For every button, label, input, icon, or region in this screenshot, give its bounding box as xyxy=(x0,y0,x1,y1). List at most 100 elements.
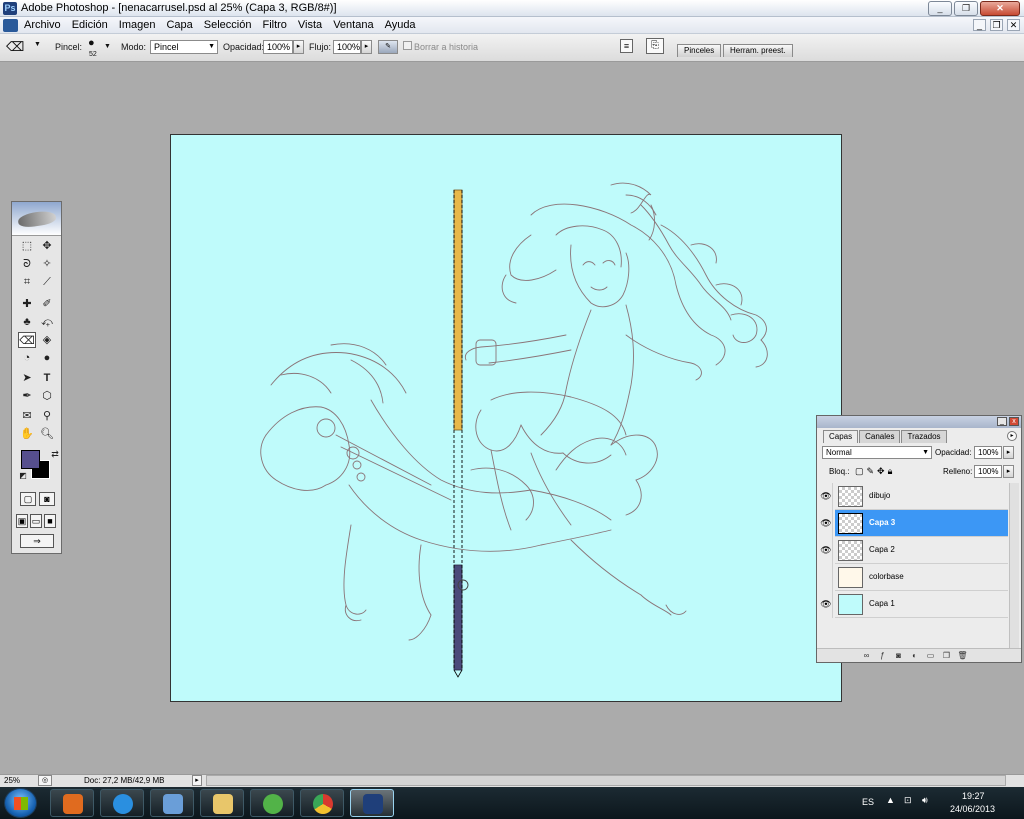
screen-mode-standard-button[interactable]: ▣ xyxy=(16,514,28,528)
doc-minimize-button[interactable]: _ xyxy=(973,19,986,31)
menu-ventana[interactable]: Ventana xyxy=(333,19,373,31)
zoom-icon[interactable]: ◎ xyxy=(38,775,52,786)
layer-row-dibujo[interactable]: dibujo xyxy=(835,483,1008,510)
bridge-icon[interactable]: ⎘ xyxy=(646,38,664,54)
tab-tool-presets[interactable]: Herram. preest. xyxy=(723,44,793,57)
taskbar-explorer[interactable] xyxy=(200,789,244,817)
clock-time[interactable]: 19:27 xyxy=(962,791,985,801)
tab-paths[interactable]: Trazados xyxy=(901,430,947,443)
layers-panel-titlebar[interactable]: _ x xyxy=(817,416,1021,428)
document-canvas[interactable] xyxy=(170,134,842,702)
network-icon[interactable]: ⊡ xyxy=(904,795,912,806)
zoom-tool-icon[interactable]: 🔍︎ xyxy=(38,426,56,442)
minimize-button[interactable]: _ xyxy=(928,1,952,16)
tab-channels[interactable]: Canales xyxy=(859,430,901,443)
slice-tool-icon[interactable]: ⟋ xyxy=(38,274,56,290)
eraser-tool-icon[interactable]: ⌫ xyxy=(18,332,36,348)
palette-menu-icon[interactable]: ≡ xyxy=(620,39,633,53)
dodge-tool-icon[interactable]: ● xyxy=(38,350,56,366)
tab-brushes[interactable]: Pinceles xyxy=(677,44,722,57)
menu-capa[interactable]: Capa xyxy=(166,19,192,31)
flow-input[interactable]: 100% xyxy=(333,40,361,54)
eyedropper-tool-icon[interactable]: ⚲ xyxy=(38,408,56,424)
brush-tool-icon[interactable]: ✐ xyxy=(38,296,56,312)
volume-icon[interactable]: 🔊︎ xyxy=(922,795,928,806)
taskbar-chrome[interactable] xyxy=(300,789,344,817)
adjustment-layer-icon[interactable]: ◐ xyxy=(909,650,920,661)
new-layer-icon[interactable]: ❐ xyxy=(941,650,952,661)
clock-date[interactable]: 24/06/2013 xyxy=(950,804,995,814)
menu-ayuda[interactable]: Ayuda xyxy=(385,19,416,31)
airbrush-icon[interactable]: ✎ xyxy=(378,40,398,54)
tab-layers[interactable]: Capas xyxy=(823,430,859,443)
pen-tool-icon[interactable]: ✒ xyxy=(18,388,36,404)
blur-tool-icon[interactable]: ◔ xyxy=(18,350,36,366)
status-menu-arrow-icon[interactable]: ▸ xyxy=(192,775,202,786)
start-button[interactable] xyxy=(4,788,37,818)
panel-minimize-button[interactable]: _ xyxy=(997,417,1007,426)
layer-row-capa-1[interactable]: Capa 1 xyxy=(835,591,1008,618)
layer-visibility-toggle-off[interactable] xyxy=(820,564,833,591)
menu-vista[interactable]: Vista xyxy=(298,19,322,31)
erase-history-checkbox[interactable] xyxy=(403,41,412,50)
history-brush-tool-icon[interactable]: ⤽ xyxy=(38,314,56,330)
opacity-slider-button[interactable]: ▸ xyxy=(293,40,304,54)
menu-filtro[interactable]: Filtro xyxy=(262,19,286,31)
shape-tool-icon[interactable]: ⬡ xyxy=(38,388,56,404)
screen-mode-full-button[interactable]: ■ xyxy=(44,514,56,528)
close-button[interactable]: ✕ xyxy=(980,1,1020,16)
taskbar-messenger[interactable] xyxy=(250,789,294,817)
type-tool-icon[interactable]: T xyxy=(38,370,56,386)
layer-row-capa-3[interactable]: Capa 3 xyxy=(835,510,1008,537)
mode-select[interactable]: Pincel ▼ xyxy=(150,40,218,54)
notes-tool-icon[interactable]: ✉ xyxy=(18,408,36,424)
document-menu-icon[interactable] xyxy=(3,19,18,32)
screen-mode-menu-button[interactable]: ▭ xyxy=(30,514,42,528)
layer-opacity-input[interactable]: 100% xyxy=(974,446,1002,459)
clone-stamp-tool-icon[interactable]: ♣ xyxy=(18,314,36,330)
lasso-tool-icon[interactable]: ᘐ xyxy=(18,256,36,272)
layer-opacity-slider-button[interactable]: ▸ xyxy=(1003,446,1014,459)
fill-slider-button[interactable]: ▸ xyxy=(1003,465,1014,478)
fill-input[interactable]: 100% xyxy=(974,465,1002,478)
flow-slider-button[interactable]: ▸ xyxy=(361,40,372,54)
move-tool-icon[interactable]: ✥ xyxy=(38,238,56,254)
marquee-tool-icon[interactable]: ⬚ xyxy=(18,238,36,254)
tray-arrow-icon[interactable]: ▲ xyxy=(886,795,895,805)
lock-icons[interactable]: ▢✎✥🔒︎ xyxy=(855,466,895,477)
swap-colors-icon[interactable]: ⇄ xyxy=(46,446,64,462)
eraser-tool-preset-icon[interactable]: ⌫ xyxy=(6,39,24,55)
language-indicator[interactable]: ES xyxy=(862,797,874,807)
layers-scrollbar[interactable] xyxy=(1009,483,1019,651)
toolbox-header[interactable] xyxy=(12,202,61,236)
layer-visibility-eye-icon[interactable]: 👁︎ xyxy=(820,537,833,564)
zoom-level[interactable]: 25% xyxy=(4,776,20,785)
menu-edicion[interactable]: Edición xyxy=(72,19,108,31)
menu-archivo[interactable]: Archivo xyxy=(24,19,61,31)
crop-tool-icon[interactable]: ⌗ xyxy=(18,274,36,290)
horizontal-scrollbar[interactable] xyxy=(206,775,1006,786)
taskbar-paint[interactable] xyxy=(150,789,194,817)
link-layers-icon[interactable]: ∞ xyxy=(861,650,872,661)
layer-mask-icon[interactable]: ◙ xyxy=(893,650,904,661)
taskbar-photoshop[interactable] xyxy=(350,789,394,817)
menu-imagen[interactable]: Imagen xyxy=(119,19,156,31)
path-selection-tool-icon[interactable]: ➤ xyxy=(18,370,36,386)
doc-close-button[interactable]: ✕ xyxy=(1007,19,1020,31)
quick-mask-button[interactable]: ◙ xyxy=(39,492,55,506)
new-group-icon[interactable]: ▭ xyxy=(925,650,936,661)
layer-row-capa-2[interactable]: Capa 2 xyxy=(835,537,1008,564)
chevron-down-icon[interactable]: ▼ xyxy=(34,41,41,48)
paint-bucket-tool-icon[interactable]: ◈ xyxy=(38,332,56,348)
restore-button[interactable]: ❐ xyxy=(954,1,978,16)
doc-restore-button[interactable]: ❐ xyxy=(990,19,1003,31)
layer-visibility-eye-icon[interactable]: 👁︎ xyxy=(820,510,833,537)
panel-close-button[interactable]: x xyxy=(1009,417,1019,426)
magic-wand-tool-icon[interactable]: ✧ xyxy=(38,256,56,272)
panel-menu-icon[interactable]: ▸ xyxy=(1007,431,1017,441)
layer-style-icon[interactable]: ƒ xyxy=(877,650,888,661)
brush-preview-icon[interactable]: ● xyxy=(88,37,95,49)
jump-to-imageready-button[interactable]: ⇒ xyxy=(20,534,54,548)
menu-seleccion[interactable]: Selección xyxy=(204,19,252,31)
delete-layer-icon[interactable]: 🗑︎ xyxy=(957,650,968,661)
